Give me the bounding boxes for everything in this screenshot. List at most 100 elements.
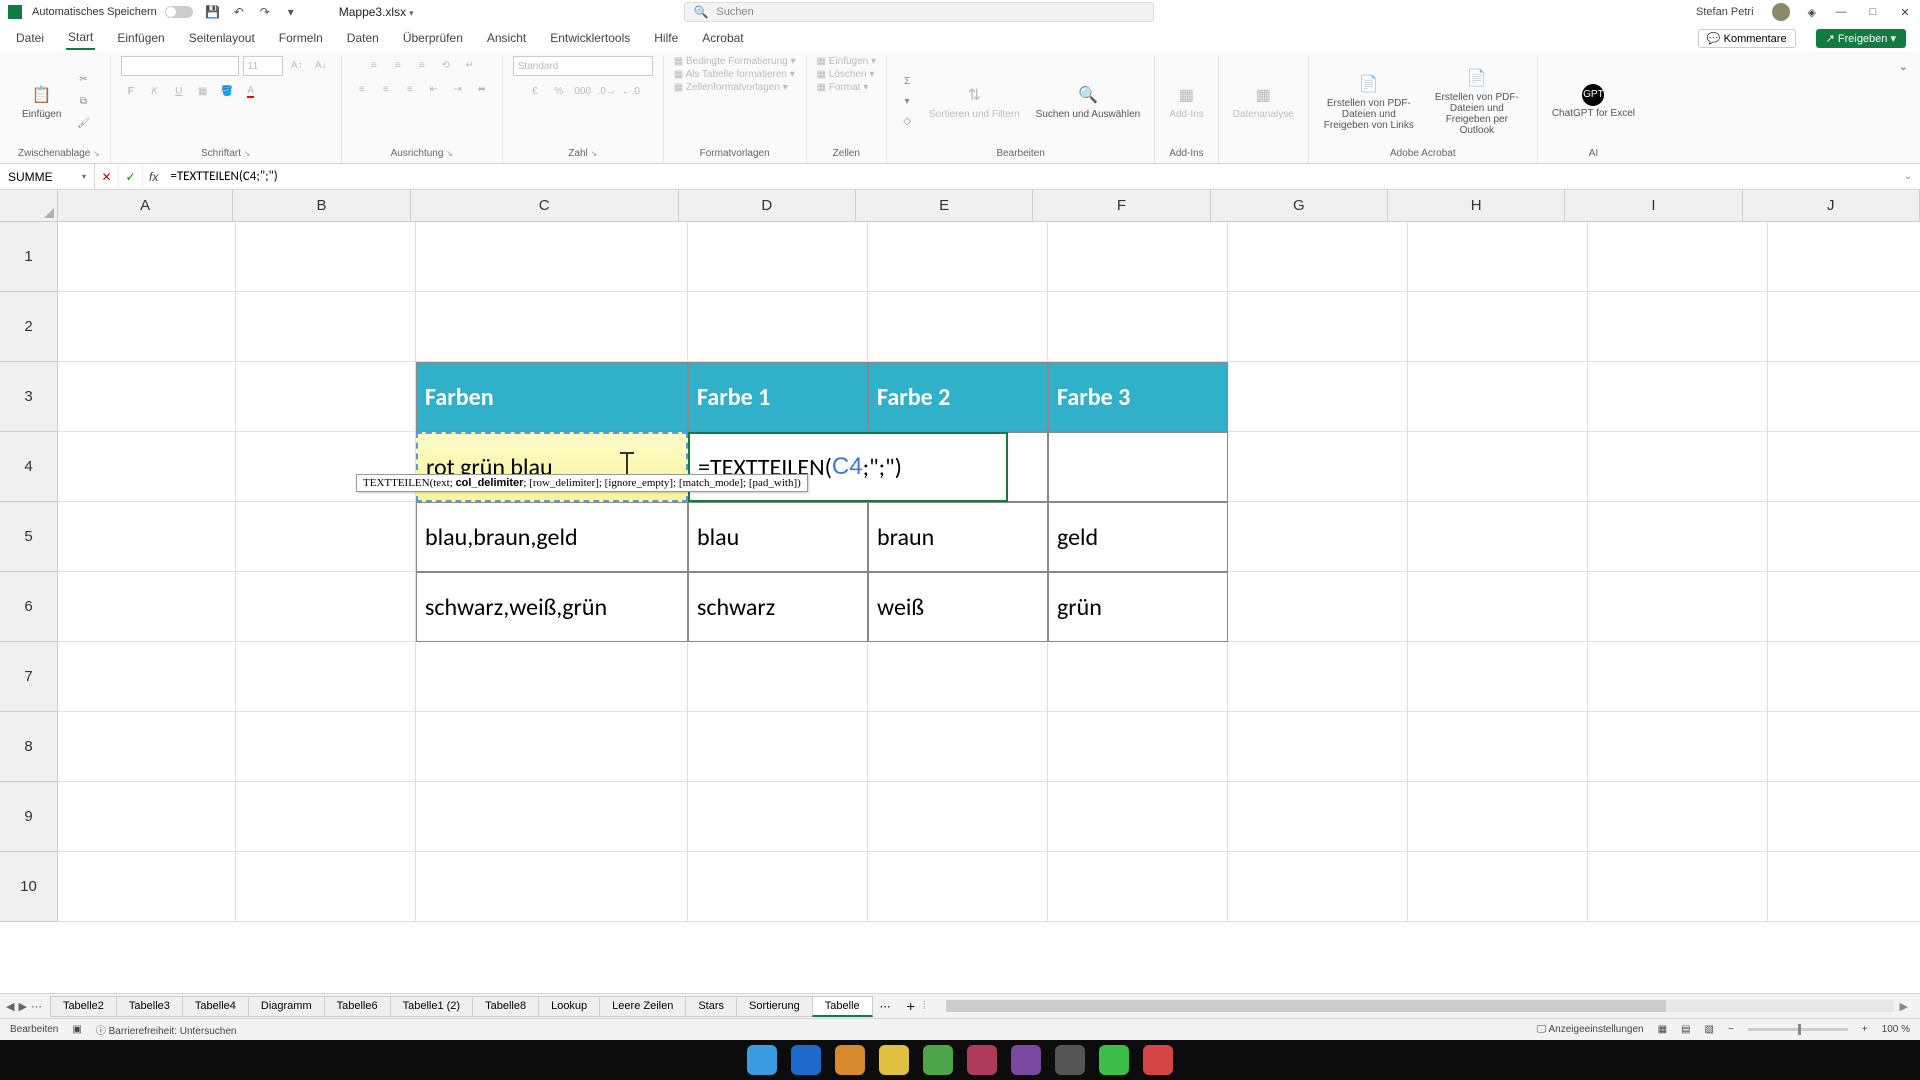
taskbar-app-icon[interactable] [1143,1045,1173,1075]
cell[interactable] [1588,712,1768,782]
tab-entwicklertools[interactable]: Entwicklertools [548,27,632,49]
cell[interactable] [416,852,688,922]
cell[interactable] [1768,432,1920,502]
tab-einfuegen[interactable]: Einfügen [115,27,166,49]
cell[interactable] [1768,502,1920,572]
wrap-text-icon[interactable]: ↵ [460,56,480,74]
align-middle-icon[interactable]: ≡ [388,56,408,74]
cell[interactable] [1228,432,1408,502]
cell[interactable] [1048,712,1228,782]
tab-daten[interactable]: Daten [345,27,381,49]
cell[interactable] [1048,852,1228,922]
cell[interactable] [236,572,416,642]
bold-icon[interactable]: F [121,82,141,100]
row-header[interactable]: 10 [0,852,57,922]
new-sheet-button[interactable]: + [899,998,923,1014]
zoom-in-icon[interactable]: + [1862,1024,1868,1035]
cell[interactable] [1768,712,1920,782]
cell[interactable] [688,292,868,362]
row-header[interactable]: 4 [0,432,57,502]
cancel-formula-icon[interactable]: ✕ [95,164,119,190]
cell[interactable] [1768,782,1920,852]
cell[interactable] [1588,432,1768,502]
cut-icon[interactable]: ✂ [73,70,93,88]
align-top-icon[interactable]: ≡ [364,56,384,74]
table-header[interactable]: Farbe 2 [868,362,1048,432]
cell[interactable] [1588,782,1768,852]
cell[interactable] [1408,292,1588,362]
decrease-indent-icon[interactable]: ⇤ [424,80,444,98]
row-header[interactable]: 5 [0,502,57,572]
column-header[interactable]: E [856,190,1033,221]
font-size-input[interactable] [243,56,283,76]
tab-hilfe[interactable]: Hilfe [652,27,680,49]
minimize-button[interactable]: — [1834,6,1848,18]
cell[interactable] [236,362,416,432]
tab-formeln[interactable]: Formeln [277,27,325,49]
clear-icon[interactable]: ◇ [897,112,917,130]
taskbar-app-icon[interactable] [791,1045,821,1075]
cell[interactable] [1768,222,1920,292]
cell[interactable]: schwarz [688,572,868,642]
cell[interactable] [1048,432,1228,502]
zoom-level[interactable]: 100 % [1882,1024,1910,1035]
taskbar-app-icon[interactable] [967,1045,997,1075]
find-select-button[interactable]: 🔍Suchen und Auswählen [1032,79,1145,124]
cell[interactable] [1408,572,1588,642]
cell[interactable] [1408,712,1588,782]
cell[interactable] [1408,642,1588,712]
fx-icon[interactable]: fx [149,170,158,184]
cell[interactable] [416,222,688,292]
page-break-view-icon[interactable]: ▧ [1705,1024,1714,1035]
sheet-more-icon[interactable]: ⋯ [31,1000,42,1013]
addins-button[interactable]: ▦Add-Ins [1165,79,1207,124]
row-header[interactable]: 3 [0,362,57,432]
cell[interactable] [1768,572,1920,642]
name-box[interactable]: SUMME▾ [0,164,95,190]
cell-styles-button[interactable]: ▦ Zellenformatvorlagen ▾ [674,82,788,93]
cell[interactable] [1408,362,1588,432]
cell[interactable] [688,852,868,922]
table-header[interactable]: Farbe 3 [1048,362,1228,432]
sheet-tab[interactable]: Leere Zeilen [599,996,686,1017]
taskbar-app-icon[interactable] [835,1045,865,1075]
cell[interactable] [1408,502,1588,572]
sheet-tab[interactable]: Tabelle8 [472,996,539,1017]
cell[interactable] [1228,292,1408,362]
sheet-tab[interactable]: Tabelle [812,996,873,1017]
cell[interactable] [1228,362,1408,432]
cell[interactable] [1228,572,1408,642]
formula-input[interactable]: =TEXTTEILEN(C4;";") [164,169,1895,184]
cell[interactable] [1588,572,1768,642]
zoom-out-icon[interactable]: − [1728,1024,1734,1035]
align-left-icon[interactable]: ≡ [352,80,372,98]
cell[interactable] [1588,642,1768,712]
sort-filter-button[interactable]: ⇅Sortieren und Filtern [925,79,1024,124]
spreadsheet-grid[interactable]: ABCDEFGHIJ 12345678910 TEXTTEILEN(text; … [0,190,1920,993]
decrease-font-icon[interactable]: A↓ [311,56,331,74]
redo-icon[interactable]: ↷ [257,4,273,20]
sheet-tab[interactable]: Stars [685,996,737,1017]
cell[interactable] [1228,712,1408,782]
cell[interactable] [236,502,416,572]
fill-icon[interactable]: ▾ [897,92,917,110]
sheet-tab[interactable]: Tabelle2 [50,996,117,1017]
cell[interactable] [1228,642,1408,712]
tab-datei[interactable]: Datei [14,27,46,49]
taskbar-app-icon[interactable] [1011,1045,1041,1075]
column-header[interactable]: J [1743,190,1920,221]
select-all-button[interactable] [0,190,58,222]
cell[interactable] [1768,642,1920,712]
pdf-outlook-button[interactable]: 📄Erstellen von PDF-Dateien und Freigeben… [1427,62,1527,140]
cell[interactable] [1588,502,1768,572]
column-header[interactable]: G [1211,190,1388,221]
column-header[interactable]: I [1565,190,1742,221]
column-header[interactable]: F [1033,190,1210,221]
cell[interactable] [1048,292,1228,362]
cell[interactable] [416,292,688,362]
insert-cells-button[interactable]: ▦ Einfügen ▾ [817,56,877,67]
cell[interactable]: blau [688,502,868,572]
cell[interactable] [236,782,416,852]
number-format-select[interactable] [513,56,653,76]
row-header[interactable]: 8 [0,712,57,782]
